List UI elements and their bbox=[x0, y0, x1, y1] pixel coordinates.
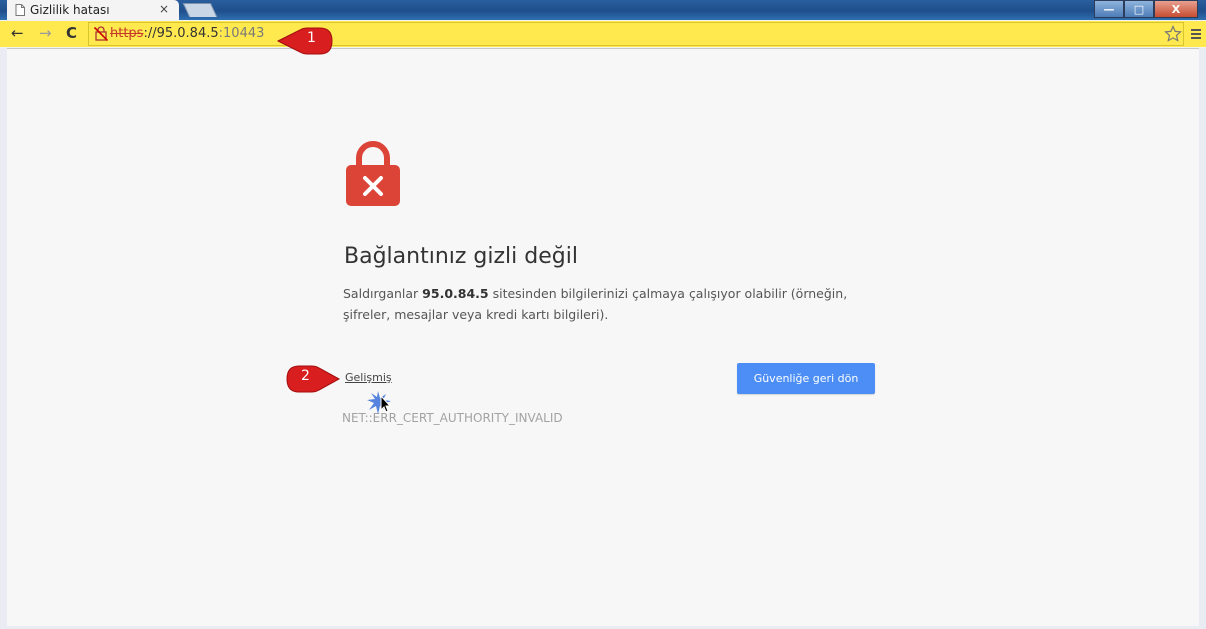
url-scheme: https bbox=[110, 26, 144, 41]
page-description: Saldırganlar 95.0.84.5 sitesinden bilgil… bbox=[343, 283, 873, 325]
not-secure-lock-icon bbox=[94, 26, 108, 41]
callout-marker-2 bbox=[286, 365, 341, 393]
hamburger-menu-icon[interactable] bbox=[1190, 27, 1202, 41]
url-port: :10443 bbox=[218, 26, 265, 41]
star-icon[interactable] bbox=[1164, 25, 1182, 43]
advanced-link[interactable]: Gelişmiş bbox=[345, 371, 392, 384]
new-tab-button[interactable] bbox=[182, 3, 218, 17]
description-prefix: Saldırganlar bbox=[343, 286, 419, 301]
description-suffix: sitesinden bilgilerinizi çalmaya çalışıy… bbox=[343, 286, 848, 322]
maximize-button[interactable]: □ bbox=[1124, 0, 1154, 18]
close-window-button[interactable]: X bbox=[1154, 0, 1198, 18]
window-frame-left bbox=[0, 48, 7, 629]
back-to-safety-button[interactable]: Güvenliğe geri dön bbox=[737, 363, 875, 394]
window-controls: — □ X bbox=[1094, 0, 1198, 18]
browser-window: Gizlilik hatası × — □ X ← → C https://95… bbox=[0, 0, 1206, 629]
callout-label-2: 2 bbox=[301, 368, 310, 384]
callout-label-1: 1 bbox=[307, 30, 316, 46]
reload-icon[interactable]: C bbox=[66, 23, 77, 43]
url-separator: :// bbox=[143, 26, 157, 41]
tab-close-icon[interactable]: × bbox=[159, 2, 169, 16]
mouse-cursor-icon bbox=[367, 391, 392, 414]
description-host: 95.0.84.5 bbox=[422, 286, 489, 301]
window-frame-right bbox=[1199, 48, 1206, 629]
tab-strip: Gizlilik hatası × — □ X bbox=[0, 0, 1206, 20]
url-text: https://95.0.84.5:10443 bbox=[110, 26, 264, 41]
url-host: 95.0.84.5 bbox=[156, 26, 219, 41]
red-lock-error-icon bbox=[346, 141, 400, 206]
minimize-button[interactable]: — bbox=[1094, 0, 1124, 18]
address-bar[interactable]: https://95.0.84.5:10443 bbox=[88, 22, 1184, 46]
back-arrow-icon[interactable]: ← bbox=[11, 23, 24, 43]
page-icon bbox=[15, 4, 25, 16]
tab-title: Gizlilik hatası bbox=[30, 3, 110, 17]
forward-arrow-icon[interactable]: → bbox=[39, 23, 52, 43]
page-title: Bağlantınız gizli değil bbox=[344, 244, 578, 269]
interstitial-page: Bağlantınız gizli değil Saldırganlar 95.… bbox=[7, 49, 1199, 626]
callout-marker-1 bbox=[276, 27, 333, 55]
tab-active[interactable]: Gizlilik hatası × bbox=[7, 0, 179, 20]
